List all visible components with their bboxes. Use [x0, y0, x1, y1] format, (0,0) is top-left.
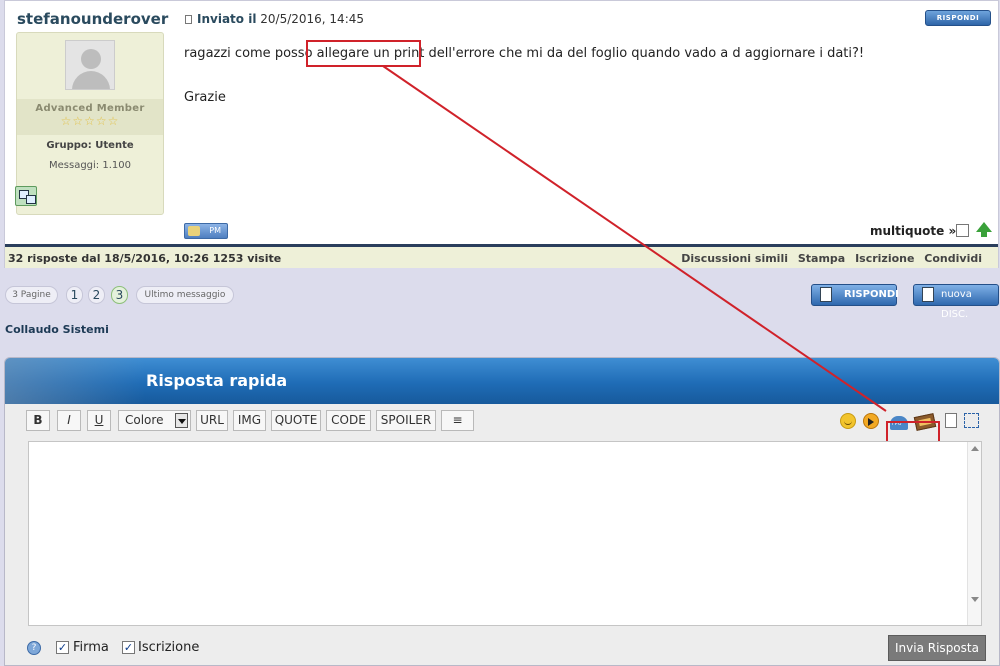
scroll-down-icon[interactable]: [971, 597, 979, 602]
avatar-head: [81, 49, 101, 69]
quick-reply-header: Risposta rapida: [5, 358, 999, 404]
avatar[interactable]: [65, 40, 115, 90]
user-posts-count: Messaggi: 1.100: [49, 160, 131, 171]
code-button[interactable]: CODE: [326, 410, 371, 431]
fullscreen-icon[interactable]: [964, 413, 979, 428]
new-discussion-label: nuova DISC.: [941, 289, 972, 320]
author-name[interactable]: stefanounderover: [17, 10, 168, 28]
underline-button[interactable]: U: [87, 410, 111, 431]
page-link-1[interactable]: 1: [66, 286, 83, 304]
signature-checkbox[interactable]: ✓: [56, 641, 69, 654]
link-share[interactable]: Condividi: [924, 252, 982, 265]
post-date: 20/5/2016, 14:45: [260, 12, 365, 26]
scroll-up-arrow-icon[interactable]: [976, 222, 992, 237]
subscription-checkbox[interactable]: ✓: [122, 641, 135, 654]
annotation-highlight-box: [306, 40, 421, 67]
document-icon: [185, 15, 192, 24]
new-discussion-button[interactable]: nuova DISC.: [913, 284, 999, 320]
multiquote-checkbox[interactable]: [956, 224, 969, 237]
chevron-down-icon[interactable]: [175, 413, 188, 428]
align-center-button[interactable]: ≡: [441, 410, 474, 431]
subscription-label: Iscrizione: [138, 640, 200, 655]
new-topic-icon: [922, 287, 934, 302]
avatar-body: [72, 71, 110, 89]
scroll-up-icon[interactable]: [971, 446, 979, 451]
post-text-a: ragazzi come posso: [184, 46, 317, 61]
last-message-link[interactable]: Ultimo messaggio: [136, 286, 234, 304]
rank-title: Advanced Member: [35, 103, 145, 114]
quick-reply-panel: Risposta rapida B I U Colore URL IMG QUO…: [4, 357, 1000, 666]
post-text-b: dell'errore che mi da del foglio quando …: [424, 46, 865, 61]
topic-stats: 32 risposte dal 18/5/2016, 10:26 1253 vi…: [8, 252, 282, 265]
quick-reply-title: Risposta rapida: [146, 371, 288, 390]
page-link-3-current[interactable]: 3: [111, 286, 128, 304]
editor-toolbar: B I U Colore URL IMG QUOTE CODE SPOILER …: [5, 404, 999, 440]
post-line-2: Grazie: [184, 90, 226, 105]
help-icon[interactable]: ?: [27, 641, 41, 655]
multiquote-label[interactable]: multiquote »: [870, 224, 956, 238]
respond-label: RISPONDI: [844, 289, 899, 300]
topic-links: Discussioni simili Stampa Iscrizione Con…: [675, 252, 982, 265]
forum-section-link[interactable]: Collaudo Sistemi: [5, 323, 109, 336]
quote-button[interactable]: QUOTE: [271, 410, 321, 431]
color-select-value: Colore: [125, 413, 164, 427]
forum-post: stefanounderover Inviato il 20/5/2016, 1…: [4, 0, 999, 268]
arrow-right-icon[interactable]: [863, 413, 879, 429]
preview-page-icon[interactable]: [945, 413, 957, 428]
rank-stars-icon: ☆☆☆☆☆: [60, 114, 120, 128]
pm-label: PM: [209, 226, 221, 235]
url-button[interactable]: URL: [196, 410, 228, 431]
img-button[interactable]: IMG: [233, 410, 266, 431]
respond-button[interactable]: RISPONDI: [811, 284, 899, 306]
post-body: ragazzi come posso allegare un print del…: [184, 45, 864, 107]
link-subscribe[interactable]: Iscrizione: [855, 252, 914, 265]
post-line-1: ragazzi come posso allegare un print del…: [184, 45, 864, 63]
spoiler-button[interactable]: SPOILER: [376, 410, 436, 431]
textarea-scrollbar[interactable]: [967, 442, 981, 625]
smiley-icon[interactable]: [840, 413, 856, 429]
page-link-2[interactable]: 2: [88, 286, 105, 304]
quick-reply-footer: ? ✓ Firma ✓ Iscrizione Invia Risposta: [5, 633, 999, 665]
pages-count: 3 Pagine: [5, 286, 58, 304]
color-select[interactable]: Colore: [118, 410, 191, 431]
header-banner-image: [5, 358, 145, 404]
reply-textarea[interactable]: [28, 441, 982, 626]
link-similar-discussions[interactable]: Discussioni simili: [681, 252, 788, 265]
post-footer: 32 risposte dal 18/5/2016, 10:26 1253 vi…: [5, 244, 998, 268]
reply-post-button[interactable]: RISPONDI: [925, 10, 991, 26]
link-print[interactable]: Stampa: [798, 252, 845, 265]
pm-button[interactable]: PM: [184, 223, 228, 239]
post-meta: Inviato il 20/5/2016, 14:45: [185, 12, 364, 26]
send-reply-button[interactable]: Invia Risposta: [888, 635, 986, 661]
bold-button[interactable]: B: [26, 410, 50, 431]
users-icon: [188, 226, 200, 236]
post-meta-label: Inviato il: [197, 12, 257, 26]
network-status-icon[interactable]: [15, 186, 37, 206]
signature-label: Firma: [73, 640, 109, 655]
rank-box: Advanced Member ☆☆☆☆☆: [17, 99, 163, 135]
italic-button[interactable]: I: [57, 410, 81, 431]
user-group: Gruppo: Utente: [46, 140, 134, 151]
new-reply-icon: [820, 287, 832, 302]
author-card: Advanced Member ☆☆☆☆☆ Gruppo: Utente Mes…: [15, 32, 164, 215]
